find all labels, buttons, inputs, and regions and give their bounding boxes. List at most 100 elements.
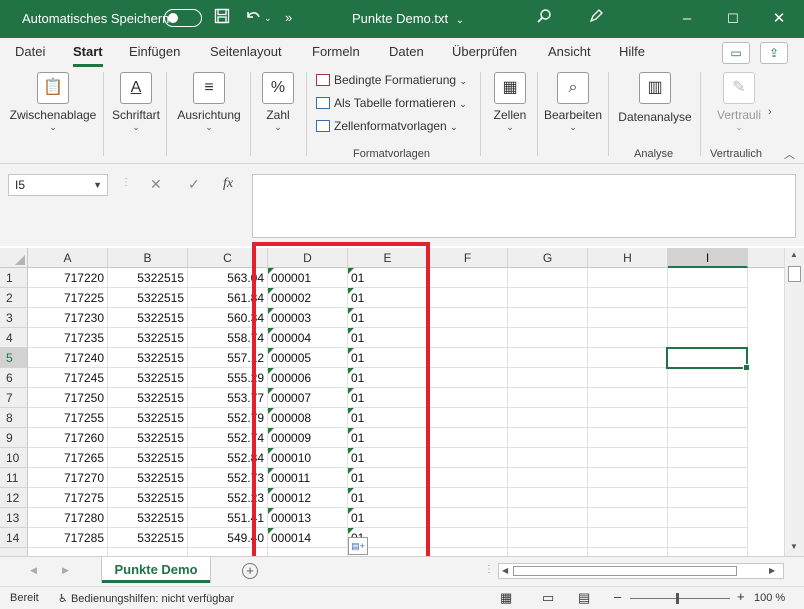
cell-h10[interactable]: [588, 448, 668, 468]
column-header-c[interactable]: C: [188, 248, 268, 268]
cell-e2[interactable]: 01: [348, 288, 428, 308]
tab-seitenlayout[interactable]: Seitenlayout: [210, 44, 282, 59]
cell-i11[interactable]: [668, 468, 748, 488]
prev-sheet-icon[interactable]: ◀: [30, 565, 37, 576]
cell-e5[interactable]: 01: [348, 348, 428, 368]
zoom-slider[interactable]: [630, 593, 730, 604]
cell-g1[interactable]: [508, 268, 588, 288]
cell-gnext[interactable]: [508, 548, 588, 556]
cell-h4[interactable]: [588, 328, 668, 348]
tab-split-handle-icon[interactable]: ⋮: [484, 564, 494, 575]
cell-c6[interactable]: 555.29: [188, 368, 268, 388]
cell-h9[interactable]: [588, 428, 668, 448]
cell-bnext[interactable]: [108, 548, 188, 556]
row-header[interactable]: 13: [0, 508, 28, 528]
cell-b6[interactable]: 5322515: [108, 368, 188, 388]
row-header[interactable]: 6: [0, 368, 28, 388]
cell-c2[interactable]: 561.84: [188, 288, 268, 308]
cell-d11[interactable]: 000011: [268, 468, 348, 488]
cell-f1[interactable]: [428, 268, 508, 288]
maximize-button[interactable]: ☐: [718, 6, 748, 32]
search-icon[interactable]: [536, 8, 552, 30]
row-header[interactable]: 1: [0, 268, 28, 288]
cell-a13[interactable]: 717280: [28, 508, 108, 528]
cell-inext[interactable]: [668, 548, 748, 556]
cell-a11[interactable]: 717270: [28, 468, 108, 488]
cell-i14[interactable]: [668, 528, 748, 548]
minimize-button[interactable]: –: [672, 6, 702, 32]
format-as-table-button[interactable]: Als Tabelle formatieren ⌄: [316, 96, 467, 110]
page-break-view-icon[interactable]: ▤: [578, 590, 590, 606]
cell-f7[interactable]: [428, 388, 508, 408]
normal-view-icon[interactable]: ▦: [500, 590, 512, 606]
vertical-scrollbar[interactable]: ▲ ▼: [784, 248, 804, 558]
document-title[interactable]: Punkte Demo.txt ⌄: [352, 11, 464, 26]
cell-d9[interactable]: 000009: [268, 428, 348, 448]
cell-e9[interactable]: 01: [348, 428, 428, 448]
row-header[interactable]: 7: [0, 388, 28, 408]
row-header[interactable]: 14: [0, 528, 28, 548]
cell-dnext[interactable]: [268, 548, 348, 556]
cell-f4[interactable]: [428, 328, 508, 348]
row-header[interactable]: 4: [0, 328, 28, 348]
share-button[interactable]: ⇪: [760, 42, 788, 64]
cell-i13[interactable]: [668, 508, 748, 528]
scroll-left-icon[interactable]: ◀: [502, 566, 508, 575]
cell-f8[interactable]: [428, 408, 508, 428]
cell-g9[interactable]: [508, 428, 588, 448]
number-button[interactable]: % Zahl ⌄: [256, 70, 300, 133]
cell-g7[interactable]: [508, 388, 588, 408]
cell-g2[interactable]: [508, 288, 588, 308]
scroll-down-icon[interactable]: ▼: [790, 542, 798, 551]
cell-b8[interactable]: 5322515: [108, 408, 188, 428]
cell-a2[interactable]: 717225: [28, 288, 108, 308]
conditional-formatting-button[interactable]: Bedingte Formatierung ⌄: [316, 73, 467, 87]
formula-input[interactable]: [252, 174, 796, 238]
tab-hilfe[interactable]: Hilfe: [619, 44, 645, 59]
cell-styles-button[interactable]: Zellenformatvorlagen ⌄: [316, 119, 458, 133]
column-header-f[interactable]: F: [428, 248, 508, 268]
cell-c4[interactable]: 558.74: [188, 328, 268, 348]
worksheet-grid[interactable]: ABCDEFGHI 1 717220 5322515 563.04 000001 01 2 7…: [0, 248, 784, 556]
column-header-g[interactable]: G: [508, 248, 588, 268]
cell-f2[interactable]: [428, 288, 508, 308]
cell-cnext[interactable]: [188, 548, 268, 556]
cell-h5[interactable]: [588, 348, 668, 368]
insert-function-button[interactable]: fx: [223, 176, 233, 192]
cell-i2[interactable]: [668, 288, 748, 308]
column-header-h[interactable]: H: [588, 248, 668, 268]
enter-button[interactable]: ✓: [188, 176, 200, 193]
tab-daten[interactable]: Daten: [389, 44, 424, 59]
undo-dropdown-icon[interactable]: ⌄: [264, 8, 272, 28]
zoom-in-button[interactable]: +: [737, 589, 745, 604]
cell-h14[interactable]: [588, 528, 668, 548]
column-header-i[interactable]: I: [668, 248, 748, 268]
cell-g8[interactable]: [508, 408, 588, 428]
cell-f11[interactable]: [428, 468, 508, 488]
row-header[interactable]: 2: [0, 288, 28, 308]
scroll-up-icon[interactable]: ▲: [790, 250, 798, 259]
chevron-down-icon[interactable]: ▼: [93, 175, 102, 195]
cell-h6[interactable]: [588, 368, 668, 388]
cell-i4[interactable]: [668, 328, 748, 348]
cell-g12[interactable]: [508, 488, 588, 508]
cell-f13[interactable]: [428, 508, 508, 528]
column-header-e[interactable]: E: [348, 248, 428, 268]
cell-e12[interactable]: 01: [348, 488, 428, 508]
cell-d14[interactable]: 000014: [268, 528, 348, 548]
cell-fnext[interactable]: [428, 548, 508, 556]
select-all-button[interactable]: [0, 248, 28, 268]
sheet-tab-punkte-demo[interactable]: Punkte Demo: [102, 557, 210, 583]
autosave-toggle[interactable]: [164, 9, 202, 27]
row-header[interactable]: [0, 548, 28, 556]
cell-e11[interactable]: 01: [348, 468, 428, 488]
cell-d4[interactable]: 000004: [268, 328, 348, 348]
cell-b11[interactable]: 5322515: [108, 468, 188, 488]
cell-a7[interactable]: 717250: [28, 388, 108, 408]
zoom-out-button[interactable]: –: [614, 589, 621, 604]
cells-button[interactable]: ▦ Zellen ⌄: [488, 70, 532, 133]
cell-a5[interactable]: 717240: [28, 348, 108, 368]
cell-anext[interactable]: [28, 548, 108, 556]
sensitivity-button[interactable]: ✎ Vertrauli ⌄: [706, 70, 772, 133]
column-header-d[interactable]: D: [268, 248, 348, 268]
